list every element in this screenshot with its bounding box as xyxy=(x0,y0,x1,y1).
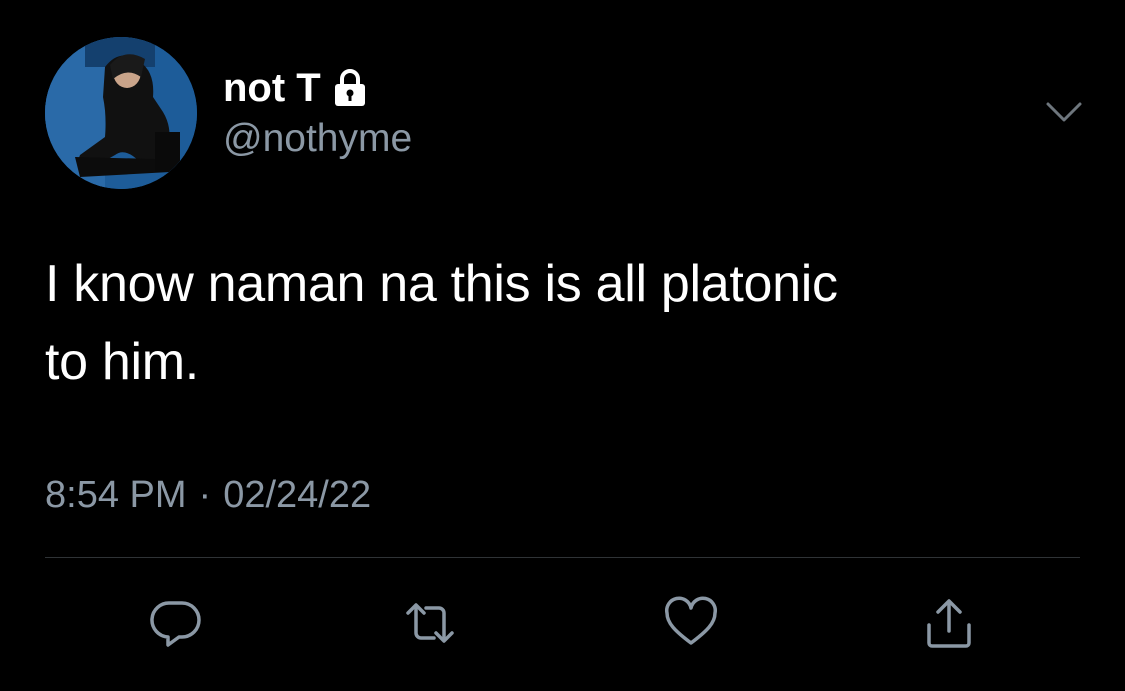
avatar-photo xyxy=(45,37,197,189)
user-handle[interactable]: @nothyme xyxy=(223,117,412,161)
tweet-time: 8:54 PM xyxy=(45,474,187,516)
reply-icon xyxy=(150,601,201,647)
retweet-icon xyxy=(406,603,454,643)
heart-icon xyxy=(665,596,717,645)
chevron-down-icon[interactable] xyxy=(1044,100,1084,124)
avatar[interactable] xyxy=(45,37,197,189)
share-icon xyxy=(927,599,971,648)
divider xyxy=(45,557,1080,558)
retweet-button[interactable] xyxy=(400,593,460,653)
display-name[interactable]: not T xyxy=(223,66,321,111)
like-button[interactable] xyxy=(661,593,721,653)
tweet-card: not T @nothyme I know naman na this is a… xyxy=(0,0,1125,691)
meta-separator: · xyxy=(198,474,212,516)
reply-button[interactable] xyxy=(146,593,206,653)
lock-icon xyxy=(333,69,367,107)
tweet-text: I know naman na this is all platonic to … xyxy=(45,255,838,391)
tweet-date: 02/24/22 xyxy=(223,474,372,516)
share-button[interactable] xyxy=(919,593,979,653)
tweet-timestamp[interactable]: 8:54 PM · 02/24/22 xyxy=(45,474,371,517)
author-name-row: not T xyxy=(223,62,367,114)
